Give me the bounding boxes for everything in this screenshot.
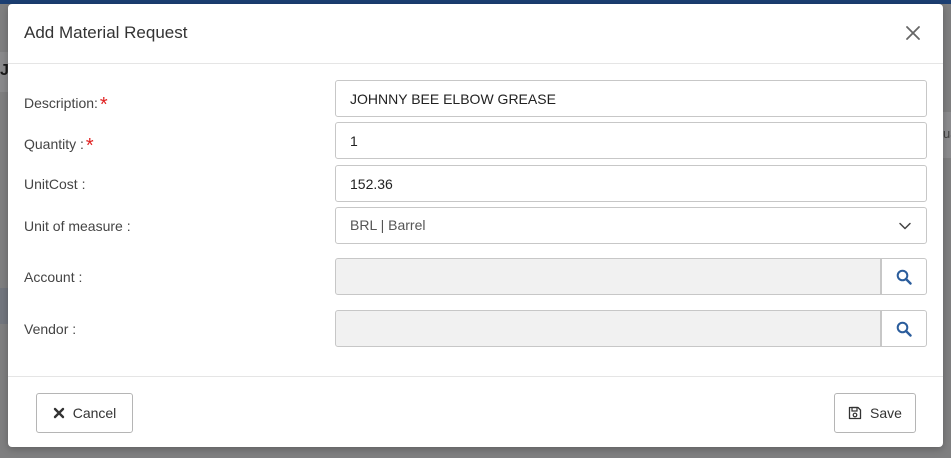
close-icon xyxy=(906,26,920,40)
quantity-label: Quantity : * xyxy=(24,135,94,157)
account-label: Account : xyxy=(24,269,83,285)
required-marker: * xyxy=(85,135,94,157)
dialog-title: Add Material Request xyxy=(24,23,188,42)
description-input[interactable] xyxy=(335,80,927,117)
background-right-text: ua xyxy=(943,126,951,141)
cancel-label: Cancel xyxy=(72,405,117,421)
unit-cost-input[interactable] xyxy=(335,165,927,202)
vendor-search-button[interactable] xyxy=(881,310,927,347)
add-material-request-dialog: Add Material Request Description:* Quant… xyxy=(8,4,943,447)
chevron-down-icon xyxy=(899,222,911,230)
description-label: Description: * xyxy=(24,94,108,116)
quantity-input[interactable] xyxy=(335,122,927,159)
save-label: Save xyxy=(870,405,902,421)
dialog-footer: Cancel Save xyxy=(8,376,943,447)
vendor-input[interactable] xyxy=(335,310,881,347)
unit-cost-label: UnitCost : xyxy=(24,176,86,192)
search-icon xyxy=(896,321,912,337)
cancel-button[interactable]: Cancel xyxy=(36,393,133,433)
unit-of-measure-select[interactable]: BRL | Barrel xyxy=(335,207,927,244)
account-search-button[interactable] xyxy=(881,258,927,295)
close-button[interactable] xyxy=(901,21,925,45)
search-icon xyxy=(896,269,912,285)
vendor-label: Vendor : xyxy=(24,321,77,337)
account-input[interactable] xyxy=(335,258,881,295)
close-icon xyxy=(53,407,64,419)
dialog-header: Add Material Request xyxy=(8,4,943,64)
unit-of-measure-value: BRL | Barrel xyxy=(350,217,426,233)
required-marker: * xyxy=(99,94,108,116)
floppy-disk-icon xyxy=(848,406,862,420)
save-button[interactable]: Save xyxy=(834,393,916,433)
unit-of-measure-label: Unit of measure : xyxy=(24,218,131,234)
